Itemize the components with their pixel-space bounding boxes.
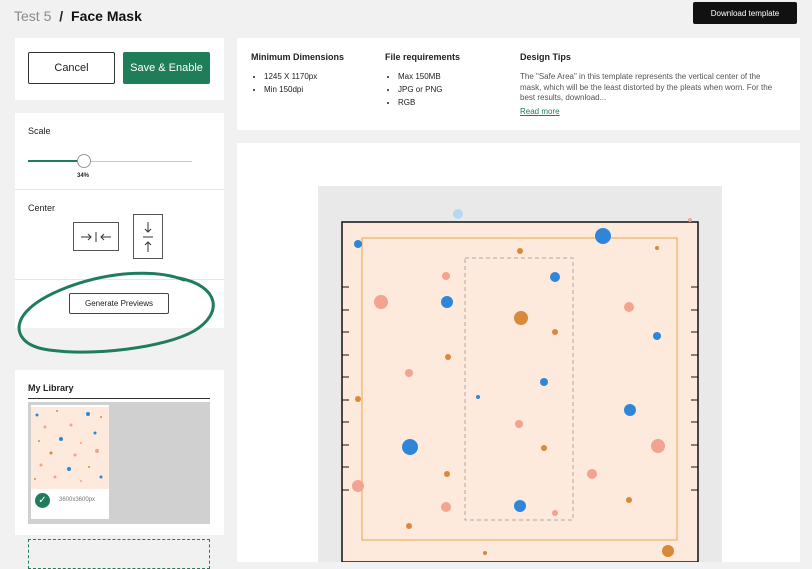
pattern-dot — [540, 378, 548, 386]
pattern-dot — [624, 302, 634, 312]
thumbnail-dot — [35, 413, 39, 417]
list-item: Min 150dpi — [264, 83, 317, 96]
pattern-dot — [662, 545, 674, 557]
library-divider — [28, 398, 210, 399]
library-item-thumbnail — [31, 407, 109, 489]
pattern-dot — [405, 369, 413, 377]
thumbnail-dot — [59, 437, 63, 441]
file-requirements-title: File requirements — [385, 52, 461, 62]
pattern-dot — [514, 500, 526, 512]
center-label: Center — [28, 203, 56, 213]
pattern-dot — [595, 228, 611, 244]
thumbnail-dot — [73, 453, 77, 457]
list-item: Max 150MB — [398, 70, 442, 83]
thumbnail-dot — [80, 442, 82, 444]
mask-preview — [341, 209, 699, 562]
scale-slider-knob[interactable] — [77, 154, 91, 168]
thumbnail-dot — [80, 480, 82, 482]
thumbnail-dot — [49, 451, 53, 455]
thumbnail-dot — [95, 449, 99, 453]
library-title: My Library — [28, 383, 74, 393]
pattern-dot — [552, 510, 558, 516]
pattern-dot — [624, 404, 636, 416]
pattern-dot — [483, 551, 487, 555]
arrows-horizontal-center-icon — [81, 231, 111, 242]
design-tips-title: Design Tips — [520, 52, 571, 62]
pattern-dot — [402, 439, 418, 455]
thumbnail-dot — [99, 475, 103, 479]
pattern-dot — [550, 272, 560, 282]
download-template-button[interactable]: Download template — [693, 2, 797, 24]
pattern-dot — [655, 246, 659, 250]
pattern-dot — [355, 396, 361, 402]
breadcrumb-parent[interactable]: Test 5 — [14, 8, 51, 24]
scale-value: 34% — [77, 173, 90, 179]
pattern-dot — [444, 471, 450, 477]
pattern-dot — [406, 523, 412, 529]
breadcrumb-separator: / — [59, 8, 64, 24]
pattern-dot — [445, 354, 451, 360]
scale-label: Scale — [28, 126, 51, 136]
list-item: JPG or PNG — [398, 83, 442, 96]
design-tips-text: The "Safe Area" in this template represe… — [520, 72, 773, 102]
thumbnail-background — [31, 407, 109, 489]
center-vertical-button[interactable] — [133, 214, 163, 259]
min-dimensions-list: 1245 X 1170px Min 150dpi — [251, 70, 317, 96]
center-horizontal-button[interactable] — [73, 222, 119, 251]
check-icon: ✓ — [35, 493, 50, 508]
pattern-dot — [688, 218, 692, 222]
library-upload-dropzone[interactable] — [28, 539, 210, 569]
pattern-dot — [374, 295, 388, 309]
pattern-dot — [653, 332, 661, 340]
pattern-dot — [552, 329, 558, 335]
thumbnail-dot — [67, 467, 71, 471]
scale-slider-fill — [28, 160, 84, 162]
thumbnail-dot — [39, 463, 43, 467]
pattern-dot — [651, 439, 665, 453]
cancel-button[interactable]: Cancel — [28, 52, 115, 84]
pattern-dot — [515, 420, 523, 428]
thumbnail-dot — [88, 466, 90, 468]
pattern-dot — [476, 395, 480, 399]
pattern-dot — [352, 480, 364, 492]
highlight-annotation — [17, 271, 215, 354]
thumbnail-dot — [56, 410, 58, 412]
generate-previews-button[interactable]: Generate Previews — [69, 293, 169, 314]
arrows-vertical-center-icon — [143, 221, 153, 252]
pattern-dot — [514, 311, 528, 325]
min-dimensions-title: Minimum Dimensions — [251, 52, 345, 62]
thumbnail-dot — [100, 416, 102, 418]
thumbnail-dot — [69, 423, 73, 427]
list-item: RGB — [398, 96, 442, 109]
pattern-dot — [541, 445, 547, 451]
page-title: Face Mask — [71, 8, 142, 24]
pattern-dot — [453, 209, 463, 219]
pattern-dot — [626, 497, 632, 503]
pattern-dot — [442, 272, 450, 280]
thumbnail-dot — [86, 412, 90, 416]
pattern-dot — [517, 248, 523, 254]
thumbnail-dot — [43, 425, 47, 429]
thumbnail-dot — [93, 431, 97, 435]
thumbnail-dot — [34, 478, 36, 480]
pattern-dot — [441, 296, 453, 308]
read-more-link[interactable]: Read more — [520, 107, 560, 116]
thumbnail-dot — [38, 440, 40, 442]
pattern-dot — [587, 469, 597, 479]
list-item: 1245 X 1170px — [264, 70, 317, 83]
panel-divider — [15, 189, 224, 190]
breadcrumb: Test 5 / Face Mask — [14, 8, 142, 24]
pattern-dot — [354, 240, 362, 248]
library-item-size: 3600x3600px — [59, 497, 96, 503]
thumbnail-dot — [53, 475, 57, 479]
save-enable-button[interactable]: Save & Enable — [123, 52, 210, 84]
file-requirements-list: Max 150MB JPG or PNG RGB — [385, 70, 442, 109]
pattern-dot — [441, 502, 451, 512]
